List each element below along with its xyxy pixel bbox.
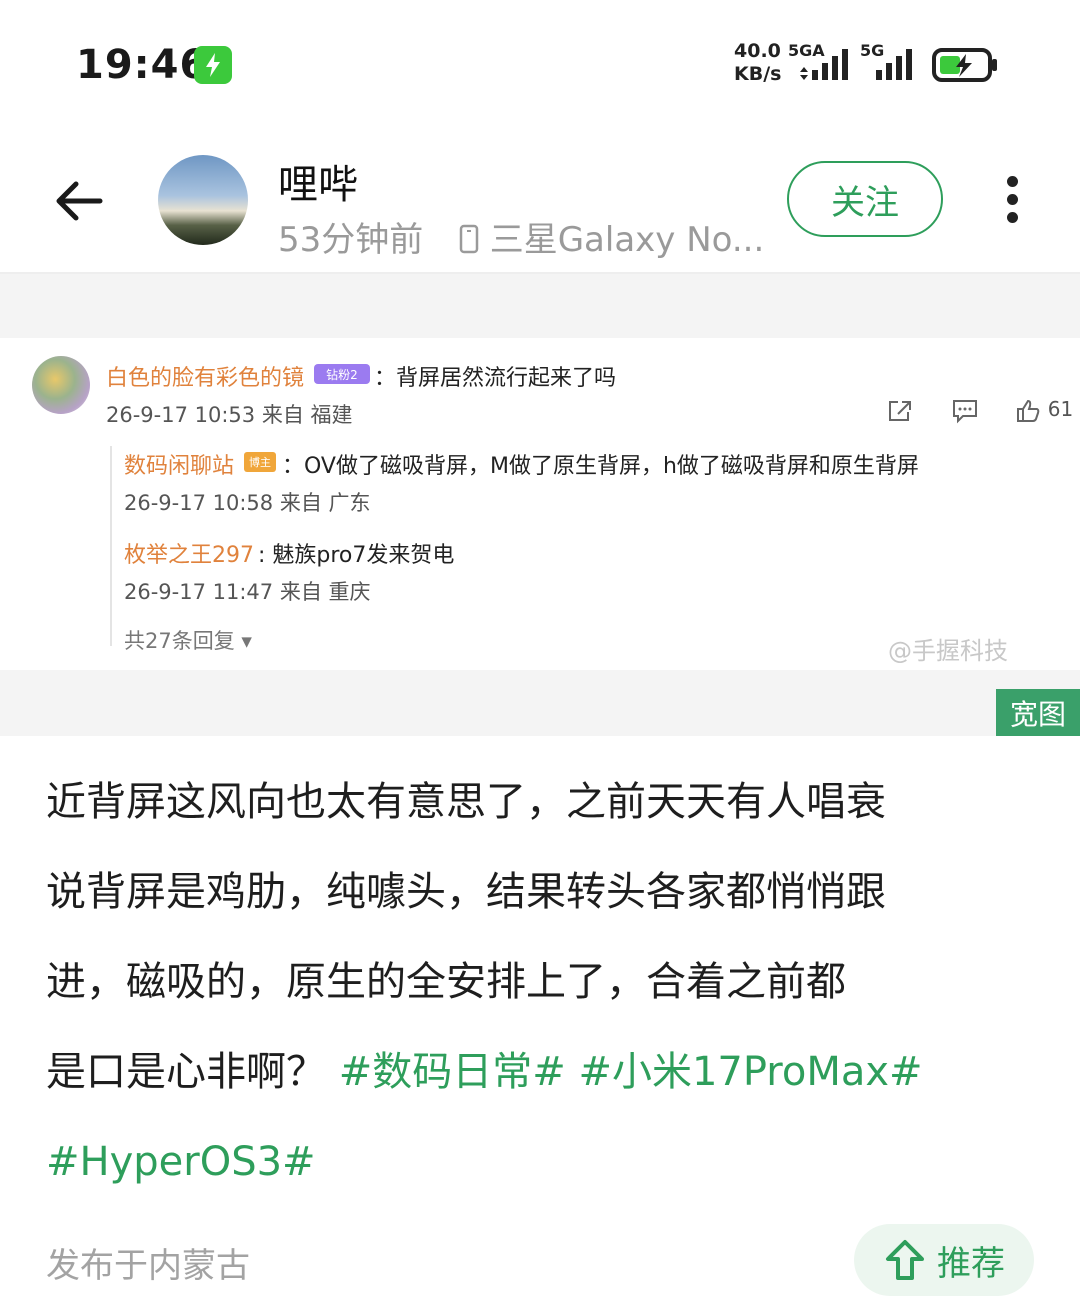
like-count: 61 xyxy=(1047,397,1074,421)
signal-icon xyxy=(800,49,848,80)
reply-date: 26-9-17 10:58 来自 广东 xyxy=(124,491,371,515)
hashtag-link[interactable]: #HyperOS3# xyxy=(46,1139,316,1185)
battery-icon xyxy=(932,48,997,82)
reply-date: 26-9-17 11:47 来自 重庆 xyxy=(124,580,371,604)
charging-icon xyxy=(194,46,232,84)
network-speed: 40.0 KB/s xyxy=(734,40,781,86)
reply-badge: 博主 xyxy=(244,452,276,472)
hashtag-link[interactable]: #数码日常# xyxy=(339,1049,566,1095)
reply-divider xyxy=(110,446,112,646)
reply-user: 数码闲聊站 xyxy=(124,454,235,479)
post-line: 近背屏这风向也太有意思了，之前天天有人唱衰 xyxy=(46,779,886,825)
back-button[interactable] xyxy=(52,175,104,227)
total-replies: 共27条回复 ▾ xyxy=(124,629,252,653)
post-line: 是口是心非啊？ #数码日常# #小米17ProMax# xyxy=(46,1027,1046,1117)
post-line: 说背屏是鸡肋，纯噱头，结果转头各家都悄悄跟 xyxy=(46,869,886,915)
post-line-text: 是口是心非啊？ xyxy=(46,1049,326,1095)
recommend-label: 推荐 xyxy=(937,1243,1005,1284)
comment-avatar xyxy=(32,356,90,414)
arrow-left-icon xyxy=(56,181,103,221)
net-speed-value: 40.0 xyxy=(734,40,781,62)
status-time: 19:46 xyxy=(76,42,209,88)
reply-text: : 魅族pro7发来贺电 xyxy=(258,543,455,568)
signal-2-icon xyxy=(876,49,912,80)
comment-text: ：背屏居然流行起来了吗 xyxy=(374,366,617,391)
time-ago: 53分钟前 xyxy=(278,220,424,260)
image-watermark: @手握科技 xyxy=(888,637,1008,665)
avatar[interactable] xyxy=(158,155,248,245)
username[interactable]: 哩哔 xyxy=(278,152,358,210)
post-line: 进，磁吸的，原生的全安排上了，合着之前都 xyxy=(46,959,846,1005)
device-name: 三星Galaxy No... xyxy=(489,220,765,260)
hashtag-link[interactable]: #小米17ProMax# xyxy=(578,1049,922,1095)
reply-user: 枚举之王297 xyxy=(124,543,254,568)
net-speed-unit: KB/s xyxy=(734,63,782,85)
post-line: #HyperOS3# xyxy=(46,1117,1046,1207)
phone-icon xyxy=(459,224,479,254)
reply-text: ：OV做了磁吸背屏，M做了原生背屏，h做了磁吸背屏和原生背屏 xyxy=(282,454,919,479)
follow-button[interactable]: 关注 xyxy=(787,161,943,237)
wide-image-label: 宽图 xyxy=(996,689,1080,736)
comment-icon xyxy=(952,399,977,423)
comment-badge: 钻粉2 xyxy=(314,364,370,384)
share-icon xyxy=(889,400,911,421)
comment-user: 白色的脸有彩色的镜 xyxy=(106,366,305,391)
more-options-icon[interactable] xyxy=(1000,176,1024,226)
total-replies-label: 共27条回复 xyxy=(124,629,235,653)
post-body: 近背屏这风向也太有意思了，之前天天有人唱衰 说背屏是鸡肋，纯噱头，结果转头各家都… xyxy=(46,757,1046,1207)
comment-actions: 61 xyxy=(886,397,1073,424)
arrow-up-icon xyxy=(886,1240,924,1280)
recommend-button[interactable]: 推荐 xyxy=(854,1224,1034,1296)
like-icon xyxy=(1017,399,1040,422)
publish-location: 发布于内蒙古 xyxy=(46,1246,250,1286)
post-meta: 53分钟前 三星Galaxy No... xyxy=(278,212,764,261)
comment-date: 26-9-17 10:53 来自 福建 xyxy=(106,403,353,427)
